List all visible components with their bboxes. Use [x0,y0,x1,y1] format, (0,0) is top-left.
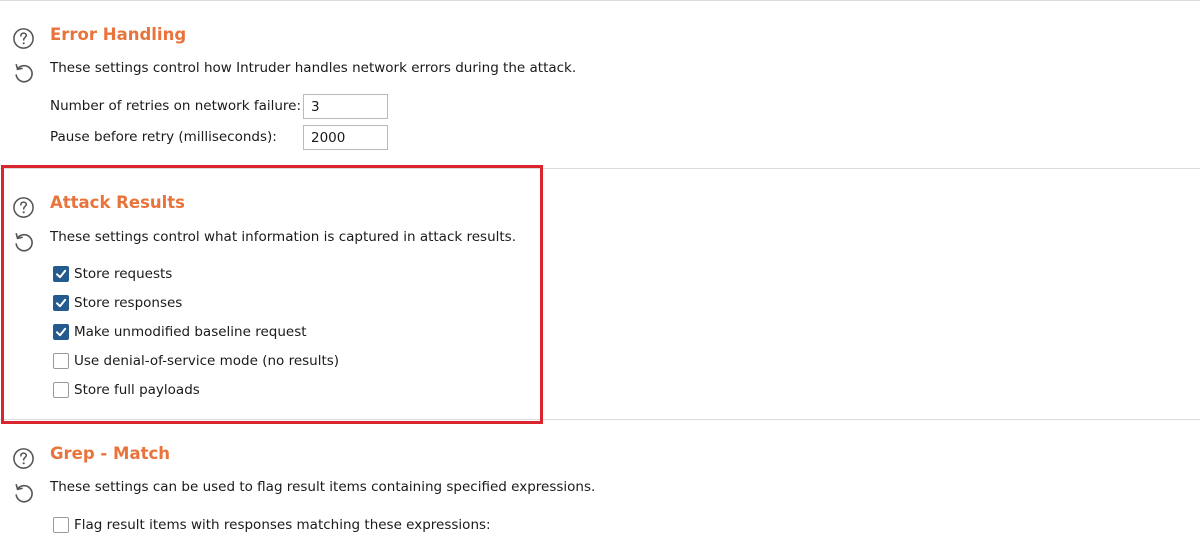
pause-label: Pause before retry (milliseconds): [50,129,277,145]
error-handling-description: These settings control how Intruder hand… [50,60,577,76]
grep-match-description: These settings can be used to flag resul… [50,479,596,495]
reset-icon[interactable] [12,481,36,505]
error-handling-title: Error Handling [50,25,187,44]
flag-result-items-option[interactable]: Flag result items with responses matchin… [53,516,491,534]
help-icon[interactable] [12,27,35,50]
checkbox[interactable] [53,517,69,533]
grep-match-title: Grep - Match [50,444,170,463]
retries-label: Number of retries on network failure: [50,98,302,114]
highlight-box [1,165,543,424]
retries-input[interactable] [303,94,388,119]
reset-icon[interactable] [12,61,36,85]
pause-input[interactable] [303,125,388,150]
help-icon[interactable] [12,447,35,470]
option-label: Flag result items with responses matchin… [74,517,491,533]
top-divider [0,0,1200,1]
